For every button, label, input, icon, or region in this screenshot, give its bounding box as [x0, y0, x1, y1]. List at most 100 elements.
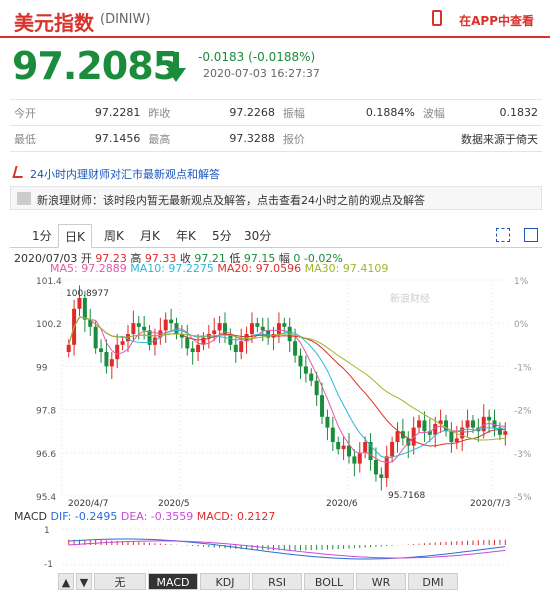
quote-value: 97.2268	[192, 99, 279, 126]
settings-icon[interactable]	[524, 228, 538, 242]
y-tick-label: 95.4	[36, 493, 56, 503]
quote-row: 今开 97.2281 昨收 97.2268 振幅 0.1884% 波幅 0.18…	[10, 99, 542, 126]
tab-weekly-k[interactable]: 周K	[98, 224, 130, 248]
candle-body	[444, 420, 449, 432]
candle-body	[131, 323, 136, 334]
y-tick-label-right: 0%	[514, 320, 529, 330]
candle-body	[336, 442, 341, 450]
header: 美元指数 (DINIW) 在APP中查看	[0, 0, 550, 38]
ma5-line	[68, 316, 506, 463]
price-change: -0.0183 (-0.0188%)	[198, 50, 316, 64]
tab-dmi[interactable]: DMI	[408, 573, 458, 590]
min-price-label: 95.7168	[388, 491, 425, 501]
quote-label: 波幅	[418, 99, 468, 126]
candle-body	[309, 373, 314, 381]
candle-body	[185, 337, 190, 349]
quote-value: 0.1832	[467, 99, 542, 126]
tab-rsi[interactable]: RSI	[252, 573, 302, 590]
candle-body	[373, 460, 378, 475]
candle-body	[212, 330, 217, 334]
quote-label: 振幅	[278, 99, 328, 126]
index-name: 美元指数	[14, 11, 94, 35]
quote-value: 0.1884%	[327, 99, 419, 126]
candle-body	[66, 344, 71, 352]
candle-body	[93, 326, 98, 349]
macd-readout: MACD DIF: -0.2495 DEA: -0.3559 MACD: 0.2…	[14, 510, 275, 523]
candle-body	[196, 344, 201, 352]
fullscreen-icon[interactable]	[496, 228, 510, 242]
candle-body	[104, 352, 109, 367]
candle-body	[417, 420, 422, 428]
macd-chart[interactable]: 1 -1	[0, 523, 550, 571]
phone-icon[interactable]	[432, 10, 442, 26]
y-tick-label-right: -2%	[514, 407, 532, 417]
trend-icon	[12, 166, 26, 178]
candle-body	[314, 380, 319, 396]
scroll-up-button[interactable]: ▲	[58, 573, 74, 590]
tab-30min[interactable]: 30分	[238, 224, 277, 248]
x-tick-label: 2020/6	[326, 499, 358, 509]
quote-row: 最低 97.1456 最高 97.3288 报价 数据来源于倚天	[10, 125, 542, 152]
candle-body	[449, 431, 454, 442]
candle-body	[454, 438, 459, 442]
ma10-line	[68, 316, 506, 459]
candle-body	[465, 420, 470, 428]
down-arrow-icon	[166, 52, 186, 82]
candle-body	[395, 431, 400, 442]
tab-monthly-k[interactable]: 月K	[134, 224, 166, 248]
quote-label: 报价	[278, 125, 328, 152]
current-price: 97.2085	[12, 44, 179, 88]
candle-body	[433, 424, 438, 435]
news-item-text[interactable]: 新浪理财师：该时段内暂无最新观点及解答，点击查看24小时之前的观点及解答	[37, 192, 425, 208]
macd-label: MACD	[14, 510, 47, 523]
index-code: (DINIW)	[100, 12, 151, 27]
tab-5min[interactable]: 5分	[206, 224, 238, 248]
tab-daily-k[interactable]: 日K	[58, 224, 92, 248]
candle-body	[99, 348, 104, 352]
candle-body	[136, 323, 141, 327]
quote-value: 97.3288	[192, 125, 279, 152]
candle-body	[120, 341, 125, 345]
tab-none[interactable]: 无	[94, 573, 146, 590]
candle-body	[346, 445, 351, 457]
tab-yearly-k[interactable]: 年K	[170, 224, 202, 248]
quote-time: 2020-07-03 16:27:37	[203, 67, 320, 80]
candle-body	[77, 298, 82, 309]
news-headline[interactable]: 24小时内理财师对汇市最新观点和解答	[10, 162, 542, 184]
y-tick-label-right: 1%	[514, 277, 529, 287]
candle-body	[115, 344, 120, 360]
candle-body	[368, 442, 373, 460]
open-in-app-link[interactable]: 在APP中查看	[459, 12, 534, 29]
candle-body	[282, 323, 287, 327]
news-item[interactable]: 新浪理财师：该时段内暂无最新观点及解答，点击查看24小时之前的观点及解答	[10, 186, 542, 210]
candle-body	[169, 319, 174, 324]
candle-body	[142, 326, 147, 331]
tab-wr[interactable]: WR	[356, 573, 406, 590]
candle-body	[363, 442, 368, 453]
candle-body	[330, 427, 335, 442]
candle-body	[239, 341, 244, 352]
candle-body	[357, 452, 362, 464]
tab-kdj[interactable]: KDJ	[200, 573, 250, 590]
candle-body	[487, 416, 492, 421]
candlestick-chart[interactable]: 101.4 1% 100.2 0% 99 -1% 97.8 -2% 96.6 -3% 95.4 -5%…	[0, 274, 550, 514]
y-tick-label: 100.2	[36, 320, 62, 330]
news-headline-text[interactable]: 24小时内理财师对汇市最新观点和解答	[30, 166, 220, 182]
candle-body	[390, 442, 395, 457]
candle-body	[470, 420, 475, 428]
scroll-down-button[interactable]: ▼	[76, 573, 92, 590]
tab-macd[interactable]: MACD	[148, 573, 198, 590]
quote-label: 最低	[10, 125, 59, 152]
candle-body	[503, 431, 508, 435]
tab-1min[interactable]: 1分	[26, 224, 58, 248]
quote-value: 97.1456	[58, 125, 145, 152]
candle-body	[303, 366, 308, 374]
y-tick-label-right: -1%	[514, 363, 532, 373]
candle-body	[384, 456, 389, 478]
candle-body	[233, 344, 238, 352]
y-tick-label: 96.6	[36, 450, 56, 460]
dea-line	[68, 540, 506, 559]
dif-line	[68, 538, 506, 560]
tab-boll[interactable]: BOLL	[304, 573, 354, 590]
quote-value: 97.2281	[58, 99, 145, 126]
